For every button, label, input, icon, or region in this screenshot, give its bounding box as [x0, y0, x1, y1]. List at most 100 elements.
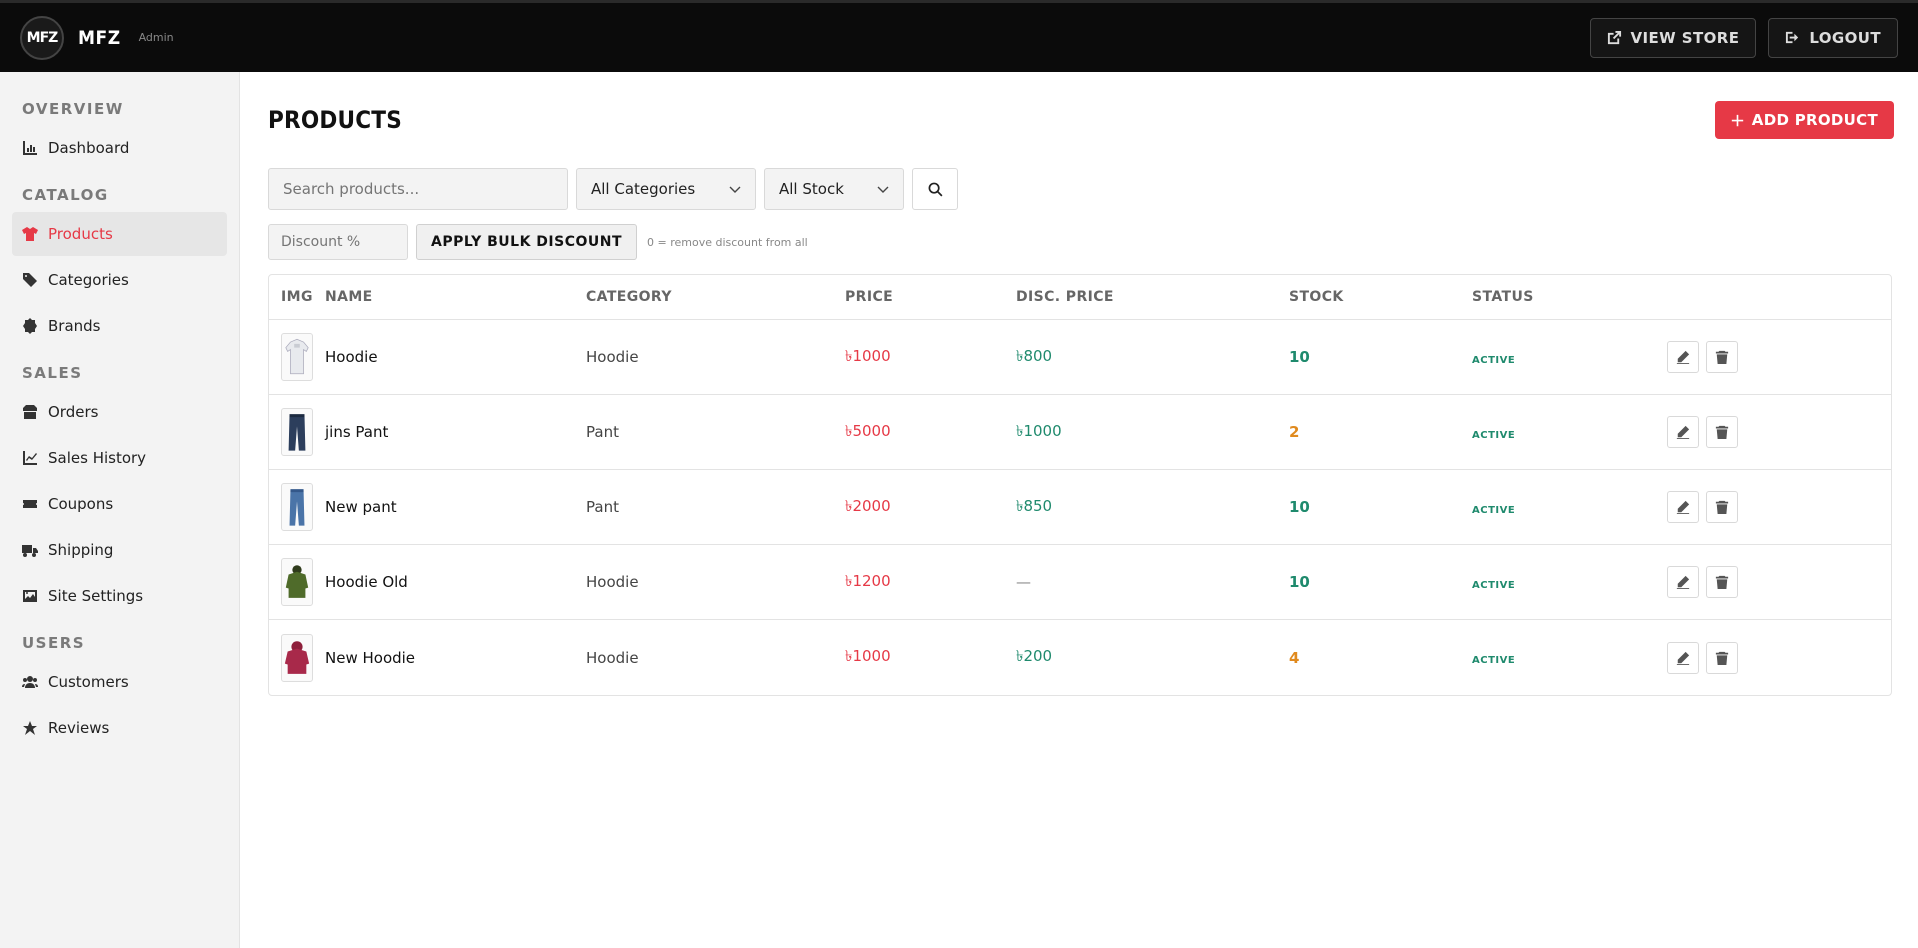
delete-button[interactable] — [1706, 416, 1738, 448]
product-stock: 10 — [1289, 573, 1310, 591]
main-content: PRODUCTS ADD PRODUCT All Categories All … — [268, 72, 1894, 696]
table-row: New Hoodie Hoodie ৳1000 ৳200 4 ACTIVE — [269, 620, 1891, 695]
table-row: jins Pant Pant ৳5000 ৳1000 2 ACTIVE — [269, 395, 1891, 470]
delete-button[interactable] — [1706, 341, 1738, 373]
product-price: ৳1200 — [845, 571, 891, 590]
chevron-down-icon — [729, 186, 741, 193]
status-badge: ACTIVE — [1472, 429, 1516, 441]
product-name: jins Pant — [325, 423, 389, 441]
top-bar: MFZ MFZ Admin VIEW STORE LOGOUT — [0, 0, 1918, 72]
product-thumbnail — [281, 333, 313, 381]
status-badge: ACTIVE — [1472, 655, 1516, 666]
row-actions — [1667, 566, 1738, 598]
box-icon — [23, 405, 37, 419]
logo-text: MFZ — [26, 29, 59, 46]
sidebar-item-sales-history[interactable]: Sales History — [12, 436, 227, 480]
row-actions — [1667, 341, 1738, 373]
sidebar-item-label: Dashboard — [48, 139, 130, 157]
users-icon — [22, 676, 38, 688]
sidebar-item-orders[interactable]: Orders — [12, 390, 227, 434]
product-name: Hoodie — [325, 348, 378, 366]
sidebar-item-customers[interactable]: Customers — [12, 660, 227, 704]
product-stock: 10 — [1289, 348, 1310, 366]
discount-input[interactable] — [268, 224, 408, 260]
table-row: New pant Pant ৳2000 ৳850 10 ACTIVE — [269, 470, 1891, 545]
external-link-icon — [1607, 30, 1621, 45]
header-disc-price: DISC. PRICE — [1016, 289, 1114, 305]
page-title: PRODUCTS — [268, 106, 402, 134]
sidebar-item-label: Sales History — [48, 449, 147, 467]
sidebar-section-catalog: CATALOG — [22, 186, 109, 204]
bulk-discount-row: APPLY BULK DISCOUNT 0 = remove discount … — [268, 224, 1892, 260]
product-price: ৳1000 — [845, 346, 891, 365]
product-thumbnail — [281, 483, 313, 531]
apply-bulk-discount-button[interactable]: APPLY BULK DISCOUNT — [416, 224, 638, 260]
edit-button[interactable] — [1667, 491, 1699, 523]
category-select[interactable]: All Categories — [576, 168, 756, 210]
product-stock: 2 — [1289, 423, 1300, 441]
product-category: Pant — [586, 498, 619, 516]
product-thumbnail — [281, 408, 313, 456]
table-row: Hoodie Old Hoodie ৳1200 — 10 ACTIVE — [269, 545, 1891, 620]
search-button[interactable] — [912, 168, 958, 210]
top-actions: VIEW STORE LOGOUT — [1589, 17, 1898, 58]
product-price: ৳5000 — [845, 421, 891, 440]
sidebar-item-reviews[interactable]: Reviews — [12, 706, 227, 750]
stock-select[interactable]: All Stock — [764, 168, 904, 210]
product-disc-price: ৳200 — [1016, 647, 1053, 665]
sidebar-item-products[interactable]: Products — [12, 212, 227, 256]
delete-button[interactable] — [1706, 641, 1738, 674]
status-badge: ACTIVE — [1472, 579, 1516, 591]
shirt-icon — [22, 227, 38, 241]
brand-logo[interactable]: MFZ — [20, 15, 64, 60]
sidebar-item-label: Reviews — [48, 719, 110, 737]
sidebar-item-label: Site Settings — [48, 587, 144, 605]
header-name: NAME — [325, 289, 373, 305]
add-product-button[interactable]: ADD PRODUCT — [1714, 101, 1894, 139]
product-category: Hoodie — [586, 348, 639, 366]
sidebar-item-label: Customers — [48, 673, 129, 691]
pencil-icon — [1676, 500, 1690, 514]
add-product-label: ADD PRODUCT — [1751, 111, 1878, 129]
edit-button[interactable] — [1667, 641, 1699, 674]
view-store-button[interactable]: VIEW STORE — [1589, 17, 1757, 58]
sidebar-item-shipping[interactable]: Shipping — [12, 528, 227, 572]
edit-button[interactable] — [1667, 416, 1699, 448]
logout-button[interactable]: LOGOUT — [1768, 17, 1898, 58]
header-img: IMG — [281, 289, 313, 305]
delete-button[interactable] — [1706, 491, 1738, 523]
product-thumbnail — [281, 633, 313, 682]
product-price: ৳2000 — [845, 496, 891, 515]
product-category: Pant — [586, 423, 619, 441]
sidebar-item-brands[interactable]: Brands — [12, 304, 227, 348]
edit-button[interactable] — [1667, 341, 1699, 373]
pencil-icon — [1676, 651, 1690, 665]
products-table: IMG NAME CATEGORY PRICE DISC. PRICE STOC… — [268, 274, 1892, 696]
product-price: ৳1000 — [845, 647, 891, 665]
sidebar-item-dashboard[interactable]: Dashboard — [12, 126, 227, 170]
sidebar-item-label: Coupons — [48, 495, 114, 513]
sidebar: OVERVIEW Dashboard CATALOG Products Cate… — [0, 72, 240, 948]
trash-icon — [1715, 350, 1729, 364]
search-input[interactable] — [268, 168, 568, 210]
edit-button[interactable] — [1667, 566, 1699, 598]
sidebar-item-coupons[interactable]: Coupons — [12, 482, 227, 526]
tags-icon — [23, 273, 37, 287]
table-row: Hoodie Hoodie ৳1000 ৳800 10 ACTIVE — [269, 320, 1891, 395]
image-icon — [23, 590, 37, 602]
sidebar-item-site-settings[interactable]: Site Settings — [12, 574, 227, 618]
sidebar-item-label: Shipping — [48, 541, 114, 559]
status-badge: ACTIVE — [1472, 504, 1516, 516]
product-stock: 10 — [1289, 498, 1310, 516]
delete-button[interactable] — [1706, 566, 1738, 598]
status-badge: ACTIVE — [1472, 354, 1516, 366]
filter-bar: All Categories All Stock — [268, 168, 1892, 210]
pencil-icon — [1676, 575, 1690, 589]
bulk-discount-note: 0 = remove discount from all — [647, 235, 808, 249]
ticket-icon — [23, 500, 37, 508]
category-select-value: All Categories — [591, 180, 696, 198]
product-disc-price: ৳1000 — [1016, 421, 1062, 440]
sidebar-section-sales: SALES — [22, 364, 83, 382]
product-name: New Hoodie — [325, 648, 416, 667]
sidebar-item-categories[interactable]: Categories — [12, 258, 227, 302]
